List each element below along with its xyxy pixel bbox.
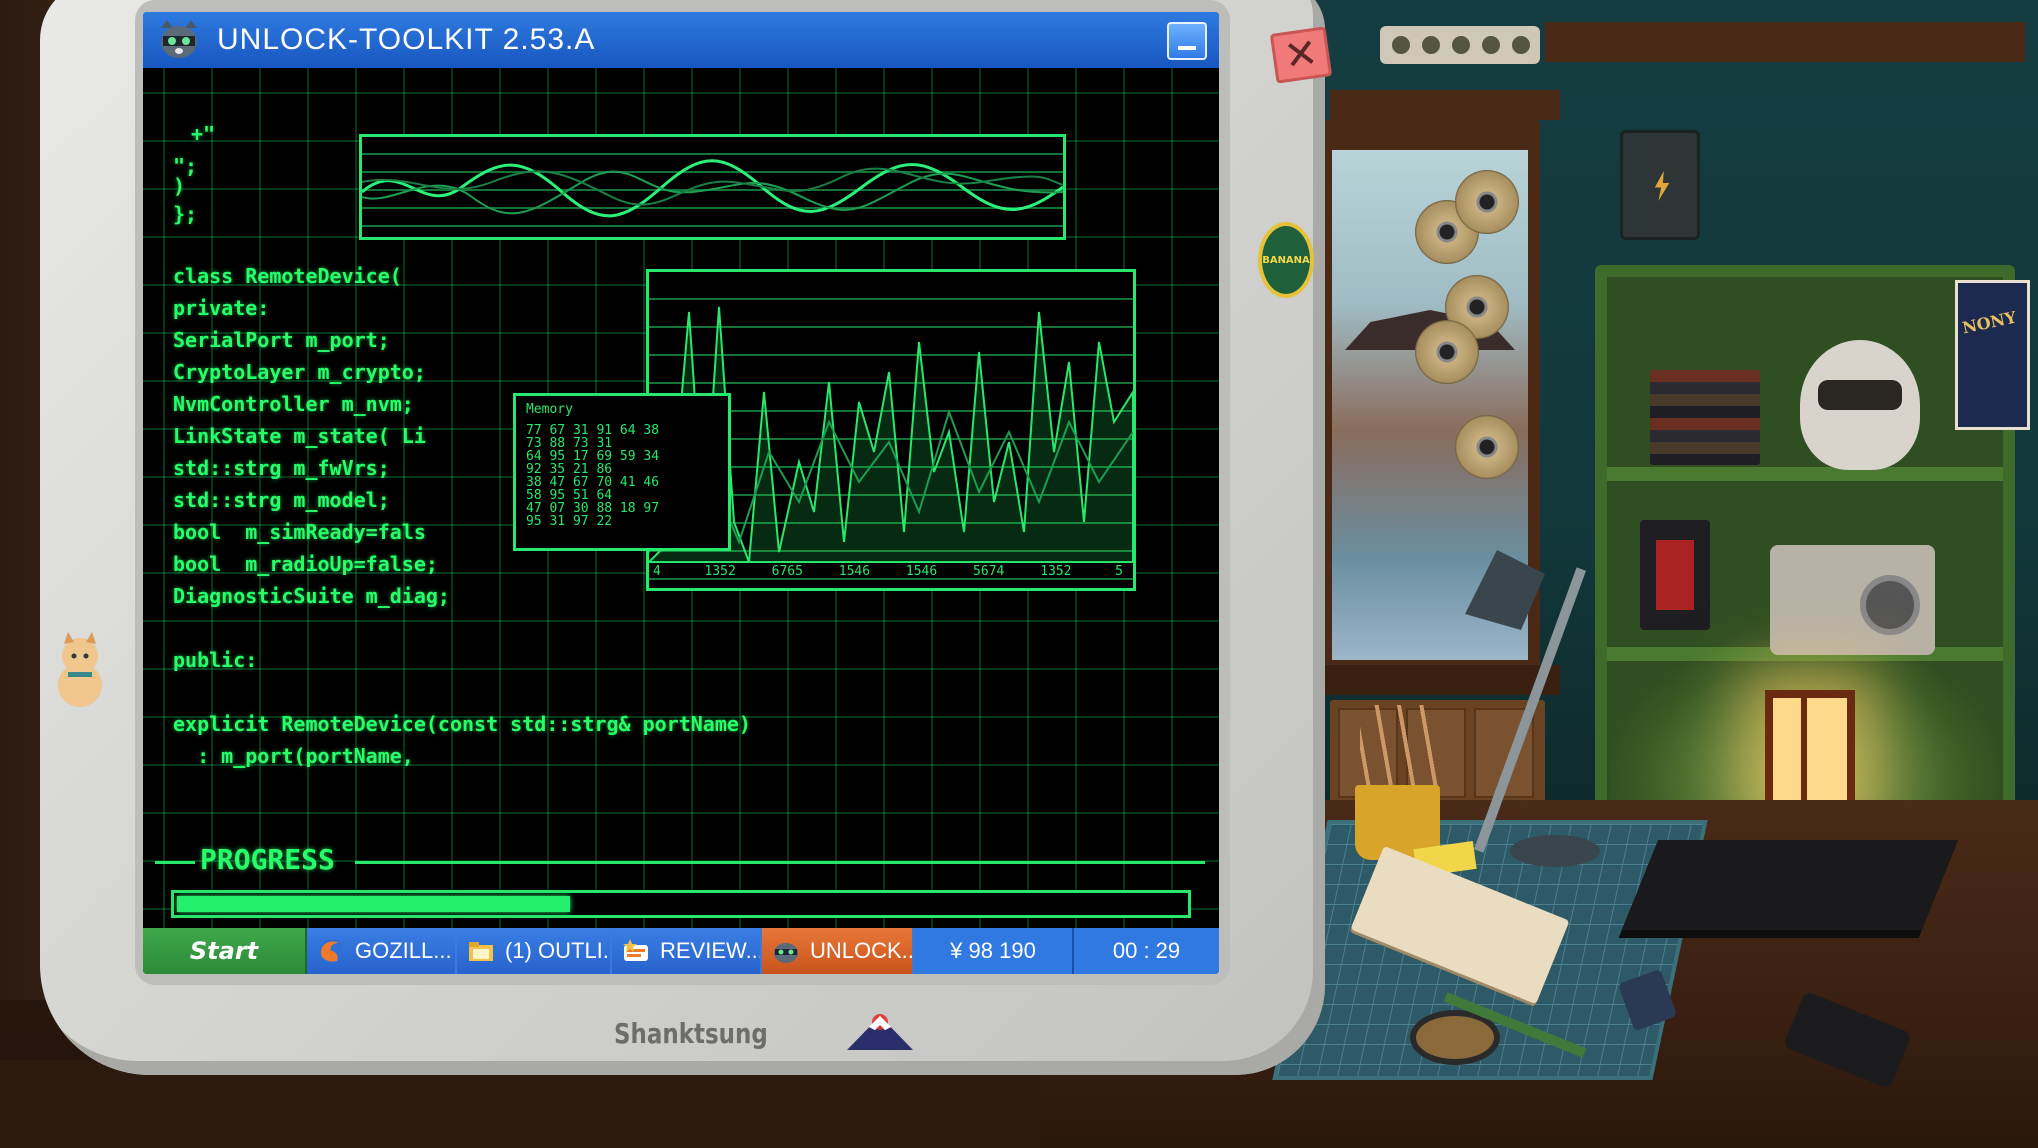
trooper-helmet[interactable] — [1800, 340, 1920, 470]
window-titlebar[interactable]: UNLOCK-TOOLKIT 2.53.A — [143, 12, 1219, 68]
cd-disc — [1455, 170, 1519, 234]
poster-label: NONY — [1960, 307, 2018, 338]
monitor-brand: Shanktsung — [614, 1017, 768, 1050]
signal-chart-tick: 1352 — [1040, 564, 1072, 579]
signal-chart-tick: 1352 — [704, 564, 736, 579]
signal-chart-tick: 4 — [653, 564, 661, 579]
raccoon-app-icon — [161, 20, 197, 58]
window-top-shelf — [1330, 90, 1560, 120]
task-label: REVIEW... — [660, 938, 762, 963]
book-stack[interactable] — [1650, 370, 1760, 465]
task-browser[interactable]: GOZILL... — [307, 928, 457, 974]
power-strip — [1380, 26, 1540, 64]
progress-bar — [171, 890, 1191, 918]
anime-poster: NONY — [1955, 280, 2030, 430]
signal-chart-tick: 6765 — [771, 564, 803, 579]
code-line: +" — [191, 122, 216, 146]
browser-fox-icon — [319, 939, 343, 963]
memory-grid: 77 67 31 91 64 38 73 88 73 31 64 95 17 69 … — [526, 424, 659, 528]
code-line: : m_port(portName, — [173, 744, 414, 768]
code-line: SerialPort m_port; — [173, 328, 390, 352]
code-line: }; — [173, 202, 198, 226]
signal-chart-tick: 1546 — [838, 564, 871, 579]
progress-header: PROGRESS — [155, 843, 1205, 879]
window-sill — [1320, 665, 1560, 695]
cd-disc — [1415, 320, 1479, 384]
raccoon-task-icon — [774, 943, 798, 963]
dog-sticker — [50, 630, 110, 710]
fuse-box[interactable] — [1620, 130, 1700, 240]
code-line: CryptoLayer m_crypto; — [173, 360, 426, 384]
review-star-icon — [623, 939, 648, 961]
code-line: explicit RemoteDevice(const std::strg& p… — [173, 712, 751, 736]
code-line: std::strg m_model; — [173, 488, 390, 512]
money-balance: ¥ 98 190 — [914, 928, 1074, 974]
taskbar: Start GOZILL... (1) OUTLI... REVIEW... U… — [143, 928, 1219, 974]
screen: UNLOCK-TOOLKIT 2.53.A +" ";)}; class Remot… — [143, 12, 1219, 974]
close-icon[interactable]: ✕ — [1269, 26, 1333, 84]
memory-row: 95 31 97 22 — [526, 514, 613, 529]
minimize-button[interactable] — [1167, 22, 1207, 60]
clock: 00 : 29 — [1074, 928, 1219, 974]
task-label: UNLOCK... — [810, 938, 914, 963]
code-line: LinkState m_state( Li — [173, 424, 426, 448]
memory-title: Memory — [526, 402, 573, 417]
code-line: std::strg m_fwVrs; — [173, 456, 390, 480]
signal-chart-tick: 5674 — [973, 564, 1005, 579]
task-mail[interactable]: (1) OUTLI... — [457, 928, 612, 974]
lamp-base — [1510, 835, 1600, 867]
task-label: GOZILL... — [355, 938, 452, 963]
task-label: (1) OUTLI... — [505, 938, 612, 963]
task-review[interactable]: REVIEW... — [612, 928, 762, 974]
code-line: DiagnosticSuite m_diag; — [173, 584, 450, 608]
signal-chart-tick: 5 — [1115, 564, 1123, 579]
dvd-player[interactable] — [1621, 840, 1959, 930]
code-line: class RemoteDevice( — [173, 264, 402, 288]
memory-panel: Memory 77 67 31 91 64 38 73 88 73 31 64 95… — [513, 393, 731, 551]
window-title: UNLOCK-TOOLKIT 2.53.A — [217, 23, 596, 56]
paper-lantern[interactable] — [1765, 690, 1855, 815]
pencils — [1360, 705, 1440, 795]
waveform-panel — [359, 134, 1066, 240]
banana-sticker: BANANA — [1258, 222, 1314, 298]
waveform-chart — [362, 159, 1063, 218]
vhs-tape[interactable] — [1640, 520, 1710, 630]
code-line: private: — [173, 296, 270, 320]
banana-sticker-label: BANANA — [1262, 254, 1310, 266]
top-shelf — [1545, 22, 2025, 62]
progress-label: PROGRESS — [200, 843, 335, 876]
boombox-radio[interactable] — [1770, 545, 1935, 655]
code-line: bool m_simReady=fals — [173, 520, 426, 544]
task-unlock-active[interactable]: UNLOCK... — [762, 928, 914, 974]
code-line: bool m_radioUp=false; — [173, 552, 438, 576]
terminal-area: +" ";)}; class RemoteDevice(private: Serial… — [143, 68, 1219, 928]
mountain-logo-icon — [847, 1014, 913, 1050]
code-line: public: — [173, 648, 258, 672]
start-button[interactable]: Start — [143, 928, 307, 974]
folder-mail-icon — [469, 942, 493, 961]
progress-fill — [177, 896, 570, 912]
cd-disc — [1455, 415, 1519, 479]
code-line: NvmController m_nvm; — [173, 392, 414, 416]
signal-chart-ticks: 4 1352 6765 1546 1546 5674 1352 5 — [649, 564, 1133, 582]
signal-chart-tick: 1546 — [905, 564, 938, 579]
lightning-icon — [1654, 171, 1670, 201]
